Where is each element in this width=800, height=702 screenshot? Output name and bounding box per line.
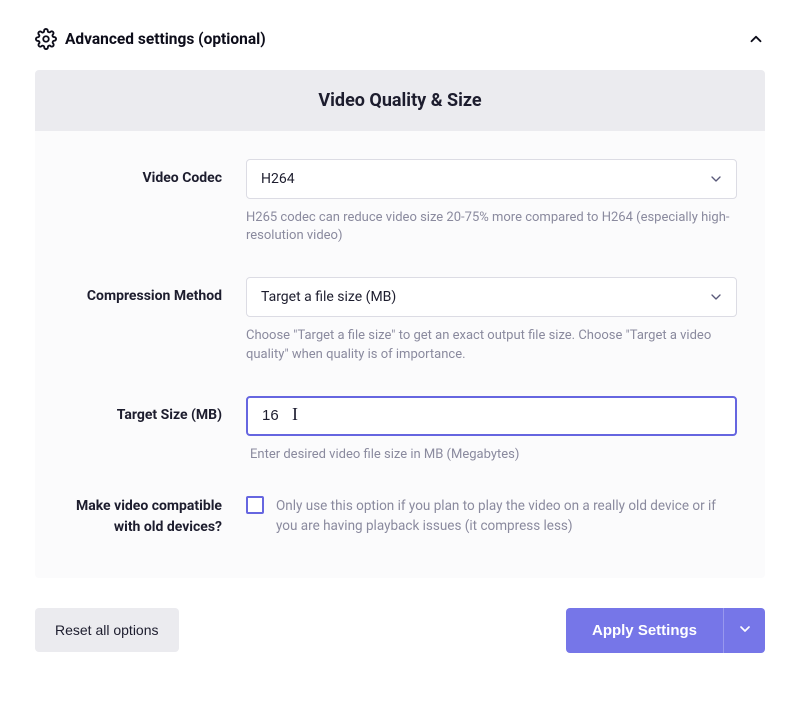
input-target-size[interactable] [246, 396, 737, 436]
gear-icon [35, 28, 57, 50]
control-video-codec: H264 H265 codec can reduce video size 20… [246, 159, 737, 245]
hint-compression-method: Choose "Target a file size" to get an ex… [246, 327, 737, 363]
settings-body: Video Codec H264 H265 codec can reduce v… [35, 131, 765, 578]
select-compression-method-value: Target a file size (MB) [261, 289, 396, 305]
label-compat: Make video compatible with old devices? [63, 496, 246, 538]
checkbox-compat[interactable] [246, 496, 264, 514]
footer: Reset all options Apply Settings [35, 608, 765, 653]
control-compat: Only use this option if you plan to play… [246, 496, 737, 538]
checkbox-row-compat: Only use this option if you plan to play… [246, 496, 737, 537]
chevron-down-icon [708, 171, 724, 187]
label-target-size: Target Size (MB) [63, 396, 246, 464]
advanced-settings-header[interactable]: Advanced settings (optional) [35, 24, 765, 70]
hint-target-size: Enter desired video file size in MB (Meg… [250, 446, 737, 464]
hint-video-codec: H265 codec can reduce video size 20-75% … [246, 209, 737, 245]
chevron-down-icon [737, 621, 753, 640]
control-compression-method: Target a file size (MB) Choose "Target a… [246, 277, 737, 363]
field-compression-method: Compression Method Target a file size (M… [63, 277, 737, 363]
field-compat: Make video compatible with old devices? … [63, 496, 737, 538]
checkbox-compat-label: Only use this option if you plan to play… [276, 496, 737, 537]
field-target-size: Target Size (MB) I Enter desired video f… [63, 396, 737, 464]
section-title: Video Quality & Size [318, 90, 481, 111]
advanced-header-left: Advanced settings (optional) [35, 28, 266, 50]
select-video-codec-value: H264 [261, 171, 295, 187]
label-video-codec: Video Codec [63, 159, 246, 245]
apply-button[interactable]: Apply Settings [566, 608, 723, 653]
select-compression-method[interactable]: Target a file size (MB) [246, 277, 737, 317]
select-video-codec[interactable]: H264 [246, 159, 737, 199]
reset-button[interactable]: Reset all options [35, 608, 179, 652]
label-compression-method: Compression Method [63, 277, 246, 363]
control-target-size: I Enter desired video file size in MB (M… [246, 396, 737, 464]
chevron-down-icon [708, 289, 724, 305]
advanced-title: Advanced settings (optional) [65, 30, 266, 48]
apply-more-button[interactable] [723, 608, 765, 653]
field-video-codec: Video Codec H264 H265 codec can reduce v… [63, 159, 737, 245]
apply-button-group: Apply Settings [566, 608, 765, 653]
section-header: Video Quality & Size [35, 70, 765, 131]
input-wrap-target-size: I [246, 396, 737, 436]
chevron-up-icon[interactable] [747, 30, 765, 48]
